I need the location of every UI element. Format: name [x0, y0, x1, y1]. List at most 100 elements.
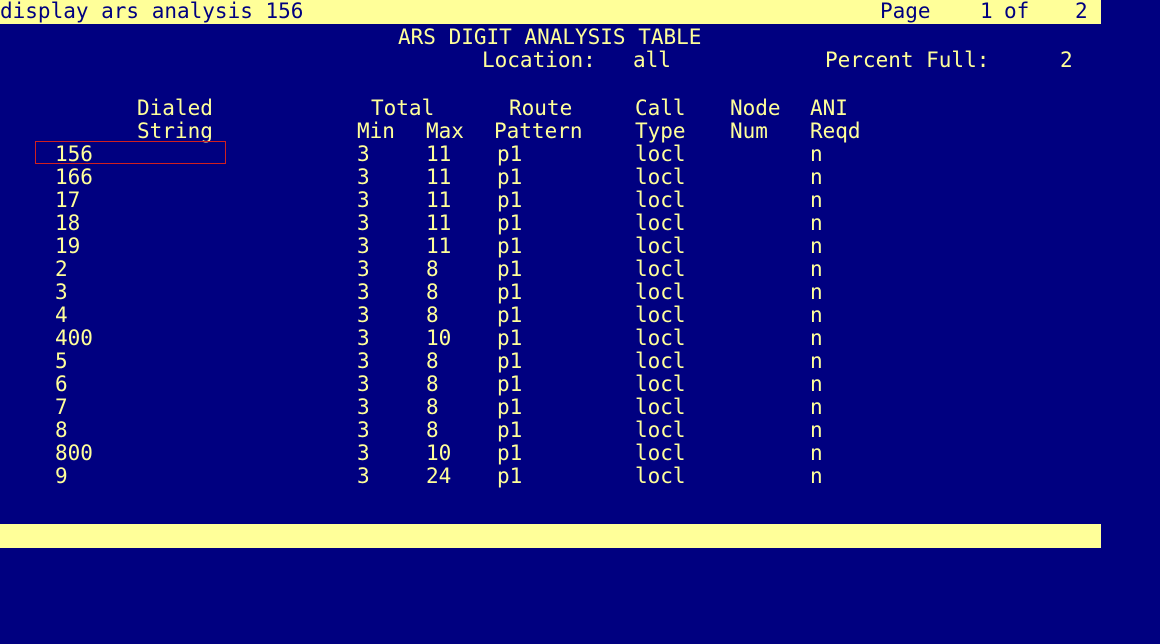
max-digits-field[interactable]: 8: [426, 373, 439, 396]
min-digits-field[interactable]: 3: [357, 212, 370, 235]
ani-reqd-field[interactable]: n: [810, 304, 823, 327]
min-digits-field[interactable]: 3: [357, 235, 370, 258]
dialed-string-field[interactable]: 6: [55, 373, 68, 396]
min-digits-field[interactable]: 3: [357, 189, 370, 212]
max-digits-field[interactable]: 8: [426, 396, 439, 419]
route-pattern-field[interactable]: p1: [497, 281, 522, 304]
dialed-string-field[interactable]: 17: [55, 189, 80, 212]
dialed-string-field[interactable]: 4: [55, 304, 68, 327]
dialed-string-field[interactable]: 5: [55, 350, 68, 373]
max-digits-field[interactable]: 10: [426, 327, 451, 350]
max-digits-field[interactable]: 11: [426, 166, 451, 189]
max-digits-field[interactable]: 11: [426, 235, 451, 258]
max-digits-field[interactable]: 8: [426, 419, 439, 442]
ani-reqd-field[interactable]: n: [810, 373, 823, 396]
route-pattern-field[interactable]: p1: [497, 166, 522, 189]
ani-reqd-field[interactable]: n: [810, 212, 823, 235]
dialed-string-field[interactable]: 8: [55, 419, 68, 442]
call-type-field[interactable]: locl: [635, 189, 686, 212]
route-pattern-field[interactable]: p1: [497, 189, 522, 212]
col-min-line2: Min: [357, 119, 395, 143]
page-current: 1: [980, 0, 993, 23]
route-pattern-field[interactable]: p1: [497, 235, 522, 258]
col-dialed-line2: String: [137, 119, 213, 143]
route-pattern-field[interactable]: p1: [497, 212, 522, 235]
dialed-string-field[interactable]: 800: [55, 442, 93, 465]
route-pattern-field[interactable]: p1: [497, 465, 522, 488]
col-ani-line2: Reqd: [810, 119, 861, 143]
min-digits-field[interactable]: 3: [357, 327, 370, 350]
ani-reqd-field[interactable]: n: [810, 442, 823, 465]
ani-reqd-field[interactable]: n: [810, 350, 823, 373]
min-digits-field[interactable]: 3: [357, 281, 370, 304]
route-pattern-field[interactable]: p1: [497, 258, 522, 281]
location-field[interactable]: all: [633, 49, 671, 72]
field-highlight-box: [35, 141, 226, 164]
call-type-field[interactable]: locl: [635, 235, 686, 258]
call-type-field[interactable]: locl: [635, 143, 686, 166]
table-row: 8 3 8 p1 locl n: [0, 419, 1100, 442]
min-digits-field[interactable]: 3: [357, 419, 370, 442]
min-digits-field[interactable]: 3: [357, 166, 370, 189]
call-type-field[interactable]: locl: [635, 281, 686, 304]
call-type-field[interactable]: locl: [635, 166, 686, 189]
min-digits-field[interactable]: 3: [357, 465, 370, 488]
min-digits-field[interactable]: 3: [357, 396, 370, 419]
max-digits-field[interactable]: 8: [426, 350, 439, 373]
dialed-string-field[interactable]: 166: [55, 166, 93, 189]
ani-reqd-field[interactable]: n: [810, 281, 823, 304]
ani-reqd-field[interactable]: n: [810, 166, 823, 189]
call-type-field[interactable]: locl: [635, 327, 686, 350]
call-type-field[interactable]: locl: [635, 212, 686, 235]
dialed-string-field[interactable]: 7: [55, 396, 68, 419]
max-digits-field[interactable]: 11: [426, 143, 451, 166]
max-digits-field[interactable]: 8: [426, 304, 439, 327]
ani-reqd-field[interactable]: n: [810, 258, 823, 281]
route-pattern-field[interactable]: p1: [497, 419, 522, 442]
call-type-field[interactable]: locl: [635, 396, 686, 419]
call-type-field[interactable]: locl: [635, 304, 686, 327]
route-pattern-field[interactable]: p1: [497, 304, 522, 327]
ani-reqd-field[interactable]: n: [810, 235, 823, 258]
dialed-string-field[interactable]: 2: [55, 258, 68, 281]
max-digits-field[interactable]: 24: [426, 465, 451, 488]
min-digits-field[interactable]: 3: [357, 304, 370, 327]
route-pattern-field[interactable]: p1: [497, 373, 522, 396]
ani-reqd-field[interactable]: n: [810, 396, 823, 419]
call-type-field[interactable]: locl: [635, 442, 686, 465]
ani-reqd-field[interactable]: n: [810, 327, 823, 350]
ani-reqd-field[interactable]: n: [810, 143, 823, 166]
call-type-field[interactable]: locl: [635, 258, 686, 281]
call-type-field[interactable]: locl: [635, 350, 686, 373]
min-digits-field[interactable]: 3: [357, 350, 370, 373]
page-of-label: of: [1004, 0, 1030, 23]
min-digits-field[interactable]: 3: [357, 373, 370, 396]
ani-reqd-field[interactable]: n: [810, 419, 823, 442]
max-digits-field[interactable]: 11: [426, 212, 451, 235]
dialed-string-field[interactable]: 400: [55, 327, 93, 350]
route-pattern-field[interactable]: p1: [497, 350, 522, 373]
ani-reqd-field[interactable]: n: [810, 465, 823, 488]
max-digits-field[interactable]: 11: [426, 189, 451, 212]
call-type-field[interactable]: locl: [635, 419, 686, 442]
route-pattern-field[interactable]: p1: [497, 143, 522, 166]
col-call-line2: Type: [635, 119, 686, 143]
route-pattern-field[interactable]: p1: [497, 327, 522, 350]
max-digits-field[interactable]: 8: [426, 281, 439, 304]
call-type-field[interactable]: locl: [635, 373, 686, 396]
dialed-string-field[interactable]: 19: [55, 235, 80, 258]
dialed-string-field[interactable]: 18: [55, 212, 80, 235]
dialed-string-field[interactable]: 9: [55, 465, 68, 488]
min-digits-field[interactable]: 3: [357, 258, 370, 281]
min-digits-field[interactable]: 3: [357, 143, 370, 166]
max-digits-field[interactable]: 10: [426, 442, 451, 465]
max-digits-field[interactable]: 8: [426, 258, 439, 281]
percent-full-label: Percent Full:: [825, 48, 990, 72]
col-dialed-line1: Dialed: [137, 96, 213, 120]
dialed-string-field[interactable]: 3: [55, 281, 68, 304]
min-digits-field[interactable]: 3: [357, 442, 370, 465]
route-pattern-field[interactable]: p1: [497, 396, 522, 419]
route-pattern-field[interactable]: p1: [497, 442, 522, 465]
ani-reqd-field[interactable]: n: [810, 189, 823, 212]
call-type-field[interactable]: locl: [635, 465, 686, 488]
